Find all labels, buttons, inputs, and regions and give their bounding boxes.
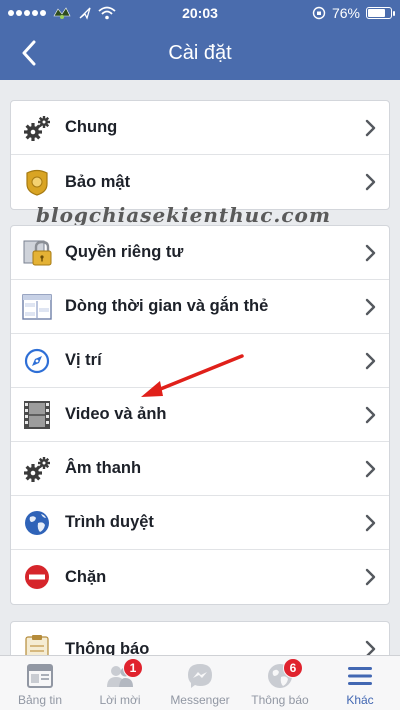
compass-icon (21, 345, 53, 377)
battery-fill (368, 9, 385, 17)
settings-item-blocking[interactable]: Chặn (11, 550, 389, 604)
settings-item-sound[interactable]: Âm thanh (11, 442, 389, 496)
settings-item-label: Vị trí (65, 351, 102, 369)
settings-item-browser[interactable]: Trình duyệt (11, 496, 389, 550)
signal-strength-icon (8, 10, 46, 16)
status-right: 76% (312, 5, 395, 21)
settings-item-security[interactable]: Bảo mật (11, 155, 389, 209)
chevron-right-icon (365, 460, 376, 477)
news-feed-icon (25, 662, 55, 690)
settings-list: Chung Bảo mật blogchiasekienthuc.com Quy… (0, 80, 400, 655)
gears-icon (21, 453, 53, 485)
chevron-left-icon (22, 40, 36, 66)
settings-item-label: Video và ảnh (65, 405, 167, 423)
watermark-text: blogchiasekienthuc.com (36, 203, 332, 227)
chevron-right-icon (365, 514, 376, 531)
tab-label: Bảng tin (17, 693, 63, 707)
chevron-right-icon (365, 244, 376, 261)
tab-more[interactable]: Khác (320, 656, 400, 710)
nav-bar: Cài đặt (0, 26, 400, 80)
settings-item-label: Chặn (65, 567, 107, 586)
settings-item-label: Dòng thời gian và gắn thẻ (65, 297, 269, 315)
settings-item-privacy[interactable]: Quyền riêng tư (11, 226, 389, 280)
block-icon (21, 561, 53, 593)
chevron-right-icon (365, 406, 376, 423)
gears-icon (21, 112, 53, 144)
chevron-right-icon (365, 568, 376, 586)
header: 20:03 76% Cài đặt (0, 0, 400, 80)
tab-label: Messenger (170, 693, 230, 707)
chevron-right-icon (365, 173, 376, 191)
messenger-icon (185, 662, 215, 690)
status-left (8, 6, 116, 20)
tab-label: Thông báo (251, 693, 309, 707)
notifications-badge: 6 (283, 658, 303, 678)
tab-news-feed[interactable]: Bảng tin (0, 656, 80, 710)
settings-group-notifications: Thông báo (10, 621, 390, 655)
settings-item-label: Thông báo (65, 639, 150, 656)
page-title: Cài đặt (168, 41, 232, 64)
settings-item-video-photos[interactable]: Video và ảnh (11, 388, 389, 442)
padlock-icon (21, 237, 53, 269)
location-services-icon (79, 7, 91, 20)
chevron-right-icon (365, 640, 376, 655)
globe-notifications-icon: 6 (265, 658, 303, 690)
settings-item-label: Bảo mật (65, 172, 131, 191)
tab-bar: Bảng tin 1 Lời mời Messenger 6 Thông báo… (0, 655, 400, 710)
status-bar: 20:03 76% (0, 0, 400, 26)
settings-item-timeline-tagging[interactable]: Dòng thời gian và gắn thẻ (11, 280, 389, 334)
shield-badge-icon (21, 166, 53, 198)
tab-notifications[interactable]: 6 Thông báo (240, 656, 320, 710)
tab-friend-requests[interactable]: 1 Lời mời (80, 656, 160, 710)
film-strip-icon (21, 399, 53, 431)
settings-item-general[interactable]: Chung (11, 101, 389, 155)
clipboard-icon (21, 633, 53, 655)
wifi-icon (98, 6, 116, 20)
settings-item-location[interactable]: Vị trí (11, 334, 389, 388)
friend-requests-badge: 1 (123, 658, 143, 678)
chevron-right-icon (365, 119, 376, 136)
tab-label: Lời mời (99, 693, 141, 707)
carrier-logo-icon (53, 7, 71, 19)
friend-requests-icon: 1 (105, 658, 143, 690)
battery-percent: 76% (331, 5, 360, 21)
settings-group-general: Chung Bảo mật (10, 100, 390, 210)
settings-item-label: Quyền riêng tư (65, 243, 184, 261)
settings-item-label: Chung (65, 118, 118, 136)
timeline-icon (21, 291, 53, 323)
chevron-right-icon (365, 352, 376, 369)
settings-item-label: Âm thanh (65, 459, 142, 477)
rotation-lock-icon (312, 6, 326, 20)
settings-item-label: Trình duyệt (65, 513, 154, 531)
chevron-right-icon (365, 298, 376, 315)
settings-item-notifications[interactable]: Thông báo (11, 622, 389, 655)
battery-icon (366, 7, 395, 19)
back-button[interactable] (14, 38, 44, 68)
tab-label: Khác (346, 693, 374, 707)
globe-icon (21, 507, 53, 539)
settings-group-privacy: Quyền riêng tư Dòng thời gian và gắn thẻ (10, 225, 390, 605)
tab-messenger[interactable]: Messenger (160, 656, 240, 710)
menu-icon (345, 662, 375, 690)
